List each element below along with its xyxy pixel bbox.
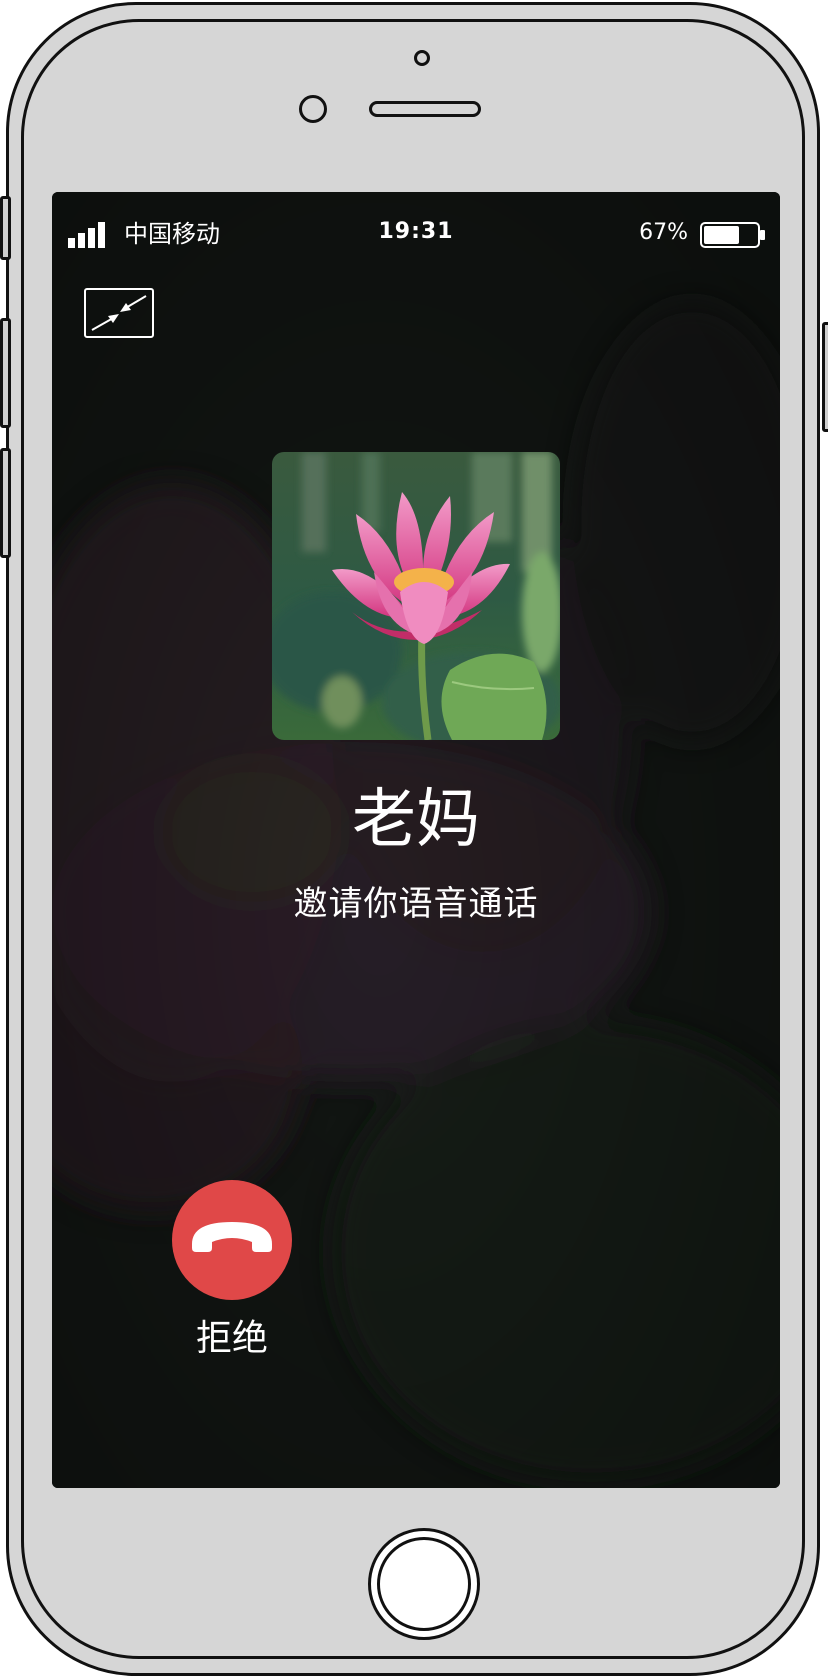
mute-switch[interactable] [0,196,11,260]
volume-down-button[interactable] [0,448,11,558]
home-button[interactable] [368,1528,480,1640]
lotus-flower-photo [272,452,560,740]
decline-button[interactable] [172,1180,292,1300]
earpiece-speaker [369,101,481,117]
battery-icon [700,222,765,248]
decline-label: 拒绝 [195,1318,268,1359]
caller-name: 老妈 [352,783,480,857]
power-button[interactable] [822,322,828,432]
phone-hangup-icon [192,1222,272,1252]
front-camera [414,50,430,66]
proximity-sensor [299,95,327,123]
status-bar: 中国移动 19:31 67% [52,192,780,272]
minimize-button[interactable] [84,288,154,338]
battery-percentage: 67% [639,220,688,245]
minimize-arrows-icon [91,295,147,331]
volume-up-button[interactable] [0,318,11,428]
call-subtitle: 邀请你语音通话 [293,884,539,924]
caller-avatar [272,452,560,740]
call-screen: 中国移动 19:31 67% 老妈 邀请你语音通话 拒绝 [52,192,780,1488]
